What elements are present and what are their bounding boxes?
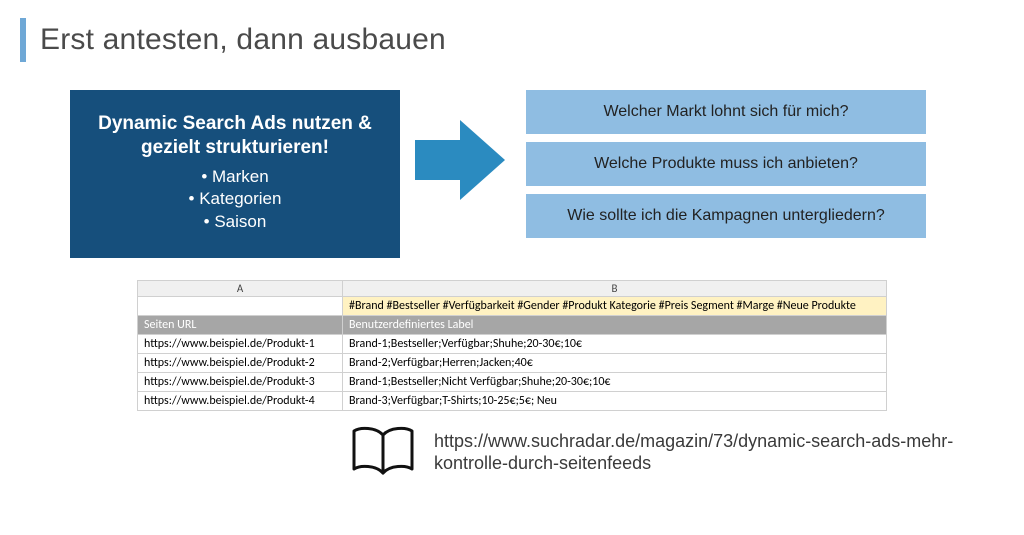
footer: https://www.suchradar.de/magazin/73/dyna… (0, 411, 1024, 479)
tag-row-tags: #Brand #Bestseller #Verfügbarkeit #Gende… (343, 297, 887, 316)
col-header-b: B (343, 281, 887, 297)
title-accent-bar (20, 18, 26, 62)
table-column-headers: A B (138, 281, 887, 297)
question-box: Welcher Markt lohnt sich für mich? (526, 90, 926, 134)
slide-title: Erst antesten, dann ausbauen (40, 23, 446, 57)
questions-column: Welcher Markt lohnt sich für mich? Welch… (526, 90, 926, 238)
book-icon (350, 425, 416, 479)
arrow-right-icon (415, 120, 505, 200)
question-box: Welche Produkte muss ich anbieten? (526, 142, 926, 186)
table-row: https://www.beispiel.de/Produkt-3 Brand-… (138, 373, 887, 392)
dsa-heading: Dynamic Search Ads nutzen & gezielt stru… (88, 112, 382, 160)
table-row: https://www.beispiel.de/Produkt-2 Brand-… (138, 354, 887, 373)
dsa-bullet: Marken (88, 166, 382, 189)
header-custom-label: Benutzerdefiniertes Label (343, 316, 887, 335)
top-row: Dynamic Search Ads nutzen & gezielt stru… (0, 62, 1024, 258)
cell-url: https://www.beispiel.de/Produkt-3 (138, 373, 343, 392)
cell-label: Brand-3;Verfügbar;T-Shirts;10-25€;5€; Ne… (343, 392, 887, 411)
label-row: Seiten URL Benutzerdefiniertes Label (138, 316, 887, 335)
header-seiten-url: Seiten URL (138, 316, 343, 335)
slide-title-wrap: Erst antesten, dann ausbauen (0, 0, 1024, 62)
cell-label: Brand-2;Verfügbar;Herren;Jacken;40€ (343, 354, 887, 373)
cell-url: https://www.beispiel.de/Produkt-2 (138, 354, 343, 373)
spreadsheet-table: A B #Brand #Bestseller #Verfügbarkeit #G… (137, 280, 887, 411)
cell-url: https://www.beispiel.de/Produkt-1 (138, 335, 343, 354)
cell-url: https://www.beispiel.de/Produkt-4 (138, 392, 343, 411)
col-header-a: A (138, 281, 343, 297)
cell-label: Brand-1;Bestseller;Nicht Verfügbar;Shuhe… (343, 373, 887, 392)
question-box: Wie sollte ich die Kampagnen untergliede… (526, 194, 926, 238)
arrow-cell (400, 90, 520, 200)
dsa-bullet-list: Marken Kategorien Saison (88, 166, 382, 235)
table-row: https://www.beispiel.de/Produkt-4 Brand-… (138, 392, 887, 411)
table-row: https://www.beispiel.de/Produkt-1 Brand-… (138, 335, 887, 354)
dsa-bullet: Kategorien (88, 188, 382, 211)
tag-row: #Brand #Bestseller #Verfügbarkeit #Gende… (138, 297, 887, 316)
tag-row-empty-a (138, 297, 343, 316)
footer-link-text: https://www.suchradar.de/magazin/73/dyna… (434, 430, 994, 475)
dsa-bullet: Saison (88, 211, 382, 234)
cell-label: Brand-1;Bestseller;Verfügbar;Shuhe;20-30… (343, 335, 887, 354)
dsa-box: Dynamic Search Ads nutzen & gezielt stru… (70, 90, 400, 258)
